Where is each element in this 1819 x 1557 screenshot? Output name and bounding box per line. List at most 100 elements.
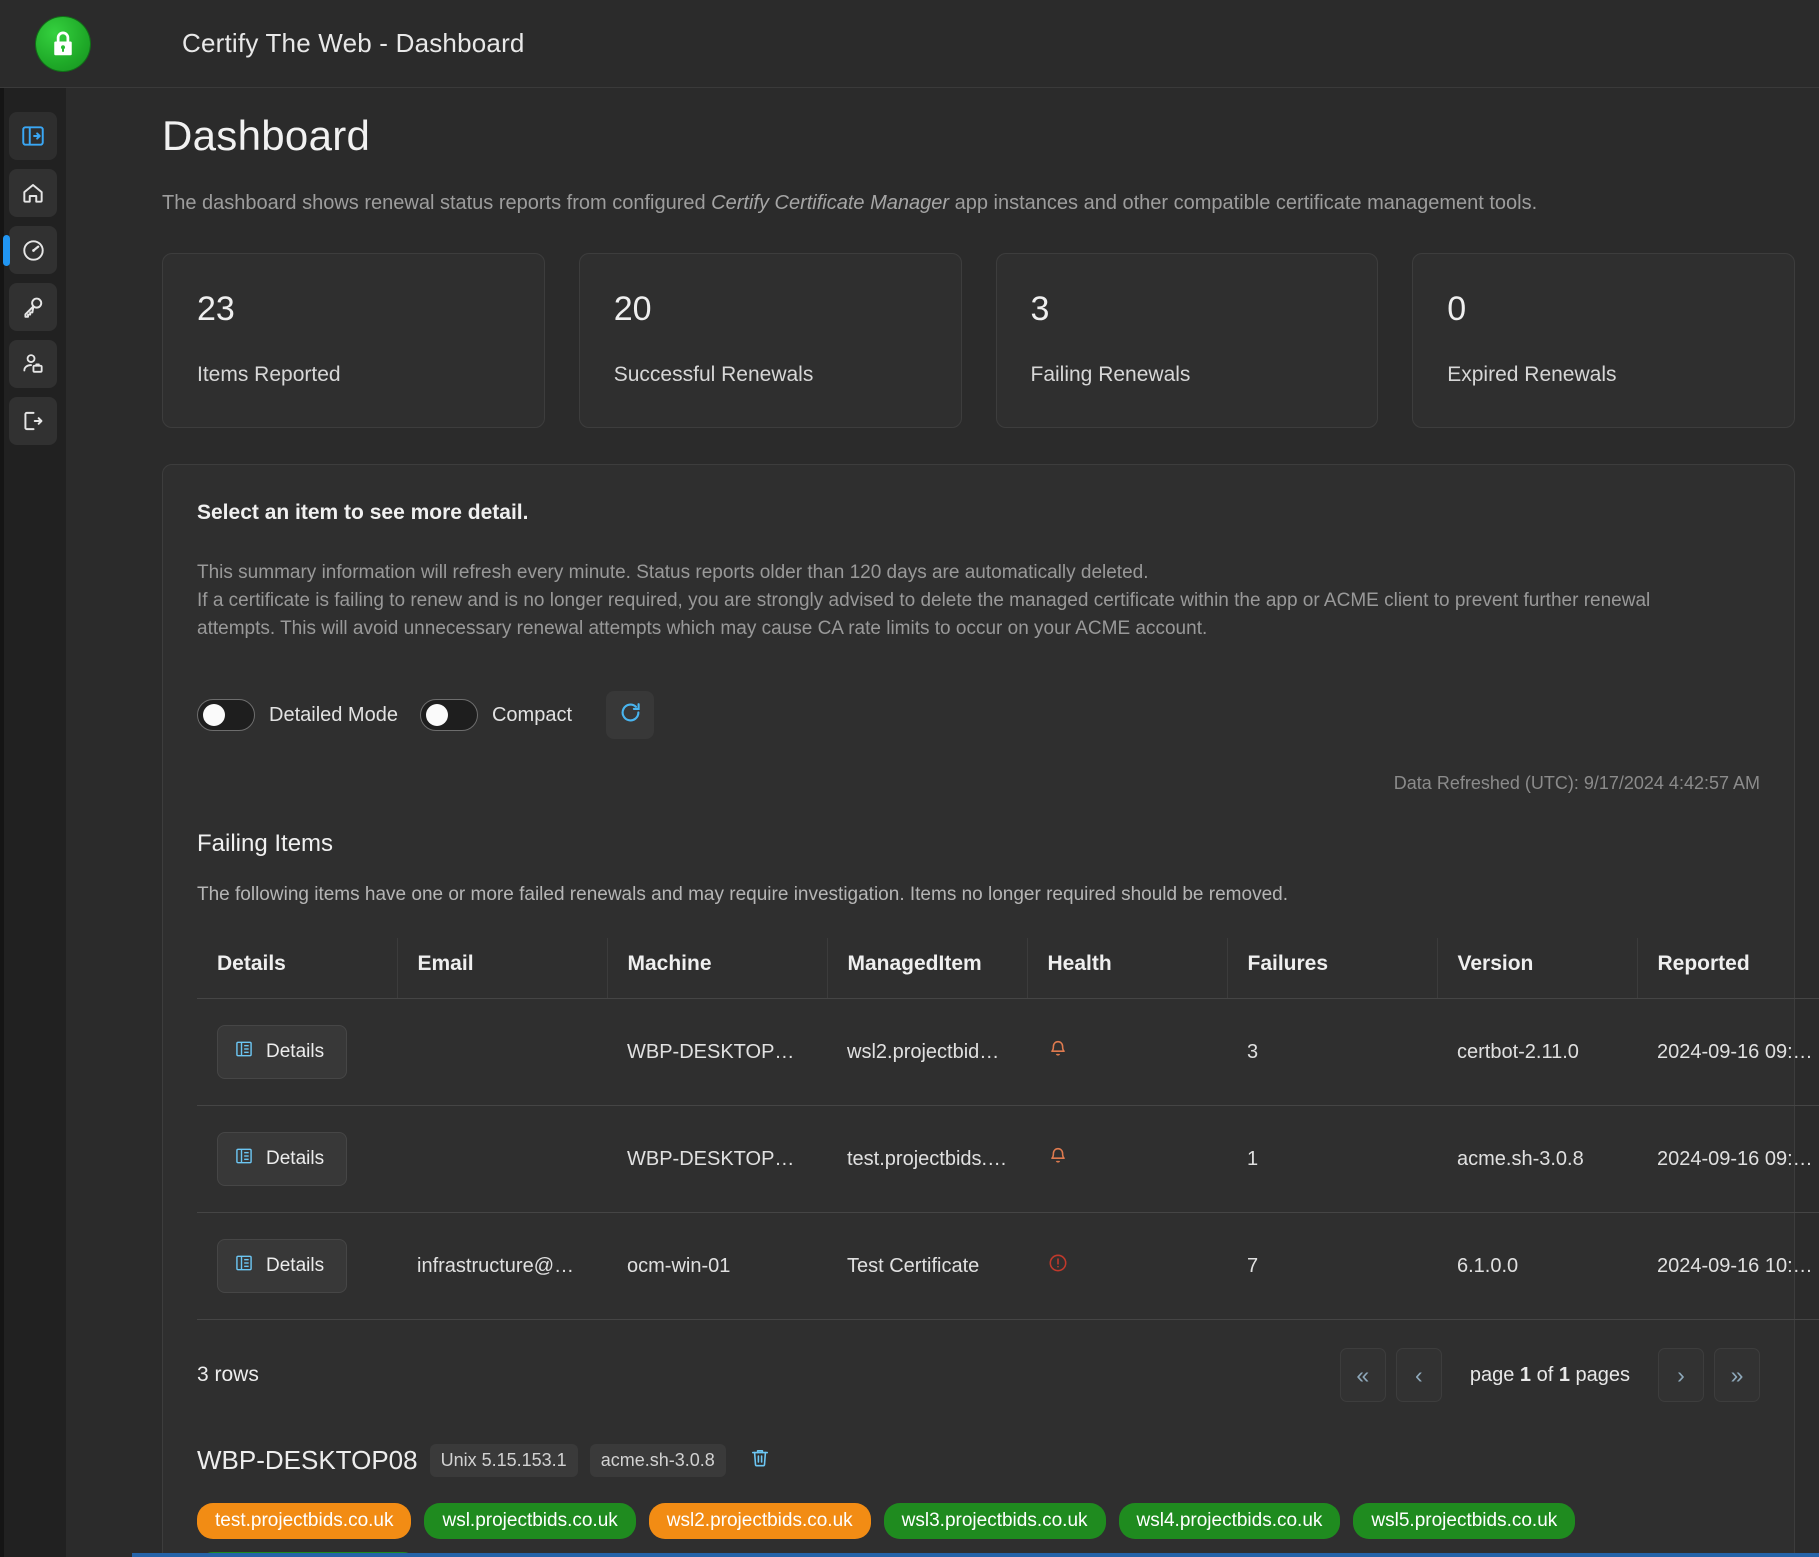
- stat-label: Items Reported: [197, 363, 341, 386]
- sidebar-item-account[interactable]: [9, 340, 57, 388]
- pager-controls: « ‹ page 1 of 1 pages › »: [1339, 1348, 1760, 1403]
- column-header-manageditem[interactable]: ManagedItem: [827, 938, 1028, 1000]
- cell-email: [397, 998, 607, 1107]
- application-window: Certify The Web - Dashboard Dashboard Th…: [0, 0, 1819, 1557]
- stat-cards: 23 Items Reported 20 Successful Renewals…: [162, 253, 1795, 428]
- stat-card-expired-renewals[interactable]: 0 Expired Renewals: [1412, 253, 1795, 428]
- table-details-icon: [234, 1039, 254, 1065]
- page-title: Dashboard: [162, 112, 371, 159]
- host-name: WBP-DESKTOP08: [197, 1445, 418, 1476]
- stat-value: 0: [1447, 290, 1467, 328]
- certificate-chip[interactable]: wsl5.projectbids.co.uk: [1353, 1503, 1576, 1540]
- sidebar-item-certificates[interactable]: [9, 283, 57, 331]
- failing-items-table: Details Email Machine ManagedItem Health…: [197, 938, 1819, 1321]
- page-text-pre: page: [1469, 1363, 1520, 1386]
- first-page-button[interactable]: «: [1339, 1348, 1386, 1403]
- certificate-chip[interactable]: wsl4.projectbids.co.uk: [1118, 1503, 1341, 1540]
- column-header-machine[interactable]: Machine: [607, 938, 828, 1000]
- toggle-knob: [203, 704, 225, 727]
- details-button[interactable]: Details: [217, 1025, 348, 1080]
- page-indicator: page 1 of 1 pages: [1452, 1364, 1648, 1387]
- detail-panel-title: Select an item to see more detail.: [197, 501, 529, 524]
- details-button-label: Details: [266, 1148, 325, 1170]
- details-button-label: Details: [266, 1041, 325, 1063]
- column-header-details[interactable]: Details: [197, 938, 398, 1000]
- compact-label: Compact: [491, 703, 572, 726]
- cell-manageditem: test.projectbids.…: [827, 1105, 1027, 1214]
- sidebar-item-sign-out[interactable]: [9, 397, 57, 445]
- cell-details: Details: [197, 1212, 397, 1321]
- cell-health: [1027, 1105, 1227, 1214]
- sidebar-item-home[interactable]: [9, 169, 57, 217]
- table-row[interactable]: Details WBP-DESKTOP… wsl2.projectbid… 3 …: [197, 998, 1819, 1107]
- table-details-icon: [234, 1146, 254, 1172]
- table-pagination: 3 rows « ‹ page 1 of 1 pages › »: [197, 1348, 1760, 1403]
- stat-label: Failing Renewals: [1030, 363, 1191, 386]
- cell-manageditem: Test Certificate: [827, 1212, 1027, 1321]
- column-header-reported[interactable]: Reported: [1637, 938, 1819, 1000]
- cell-details: Details: [197, 1105, 397, 1214]
- toggle-knob: [425, 704, 448, 727]
- column-header-version[interactable]: Version: [1437, 938, 1638, 1000]
- cell-version: 6.1.0.0: [1437, 1212, 1637, 1321]
- cell-version: acme.sh-3.0.8: [1437, 1105, 1637, 1214]
- cell-machine: ocm-win-01: [607, 1212, 827, 1321]
- cell-version: certbot-2.11.0: [1437, 998, 1637, 1107]
- panel-controls: Detailed Mode Compact: [197, 691, 1760, 740]
- stat-card-items-reported[interactable]: 23 Items Reported: [162, 253, 545, 428]
- cell-health: [1027, 1212, 1227, 1321]
- column-header-failures[interactable]: Failures: [1227, 938, 1438, 1000]
- cell-email: infrastructure@…: [397, 1212, 607, 1321]
- details-button[interactable]: Details: [217, 1239, 348, 1294]
- detailed-mode-toggle[interactable]: [197, 699, 255, 732]
- cell-failures: 3: [1227, 998, 1437, 1107]
- refresh-button[interactable]: [606, 691, 654, 740]
- data-refreshed-label: Data Refreshed (UTC): 9/17/2024 4:42:57 …: [1393, 773, 1760, 794]
- home-icon: [20, 180, 46, 206]
- certificate-chip[interactable]: test.projectbids.co.uk: [197, 1503, 412, 1540]
- delete-host-button[interactable]: [748, 1446, 772, 1475]
- table-row[interactable]: Details infrastructure@… ocm-win-01 Test…: [197, 1212, 1819, 1321]
- page-description: The dashboard shows renewal status repor…: [162, 190, 1795, 217]
- column-header-email[interactable]: Email: [397, 938, 608, 1000]
- certificate-chip[interactable]: wsl3.projectbids.co.uk: [883, 1503, 1106, 1540]
- padlock-icon: [36, 16, 90, 71]
- certificate-chip[interactable]: wsl2.projectbids.co.uk: [648, 1503, 871, 1540]
- sidebar-item-dashboard[interactable]: [3, 226, 57, 274]
- stat-card-successful-renewals[interactable]: 20 Successful Renewals: [578, 253, 962, 428]
- stat-card-failing-renewals[interactable]: 3 Failing Renewals: [995, 253, 1379, 428]
- table-row[interactable]: Details WBP-DESKTOP… test.projectbids.…: [197, 1105, 1819, 1214]
- gauge-icon: [20, 237, 47, 264]
- panel-expand-icon: [20, 123, 46, 149]
- rows-count: 3 rows: [197, 1363, 259, 1387]
- stat-label: Expired Renewals: [1447, 363, 1617, 386]
- title-bar: Certify The Web - Dashboard: [0, 0, 1819, 88]
- sidebar-item-toggle-sidebar[interactable]: [9, 112, 57, 160]
- page-total: 1: [1558, 1363, 1570, 1386]
- previous-page-button[interactable]: ‹: [1395, 1348, 1442, 1403]
- details-button-label: Details: [266, 1255, 325, 1277]
- key-icon: [20, 294, 46, 320]
- logout-icon: [20, 408, 46, 434]
- cell-manageditem: wsl2.projectbid…: [827, 998, 1027, 1107]
- certificate-chip[interactable]: wsl.projectbids.co.uk: [424, 1503, 636, 1540]
- window-bottom-accent: [132, 1553, 1819, 1557]
- page-description-emphasis: Certify Certificate Manager: [711, 192, 950, 214]
- cell-failures: 1: [1227, 1105, 1437, 1214]
- bell-icon: [1047, 1041, 1069, 1065]
- detail-panel: Select an item to see more detail. This …: [162, 464, 1819, 1557]
- next-page-button[interactable]: ›: [1658, 1348, 1704, 1403]
- account-business-icon: [20, 351, 46, 377]
- details-button[interactable]: Details: [217, 1132, 348, 1187]
- stat-value: 3: [1030, 290, 1050, 328]
- page-description-post: app instances and other compatible certi…: [949, 192, 1538, 214]
- host-client-tag: acme.sh-3.0.8: [589, 1444, 726, 1478]
- page-current: 1: [1519, 1363, 1532, 1386]
- last-page-button[interactable]: »: [1714, 1348, 1760, 1403]
- table-details-icon: [234, 1253, 254, 1279]
- cell-email: [397, 1105, 607, 1214]
- failing-items-heading: Failing Items: [197, 830, 334, 858]
- detail-panel-note: This summary information will refresh ev…: [197, 559, 1760, 643]
- column-header-health[interactable]: Health: [1027, 938, 1228, 1000]
- compact-toggle[interactable]: [419, 699, 478, 732]
